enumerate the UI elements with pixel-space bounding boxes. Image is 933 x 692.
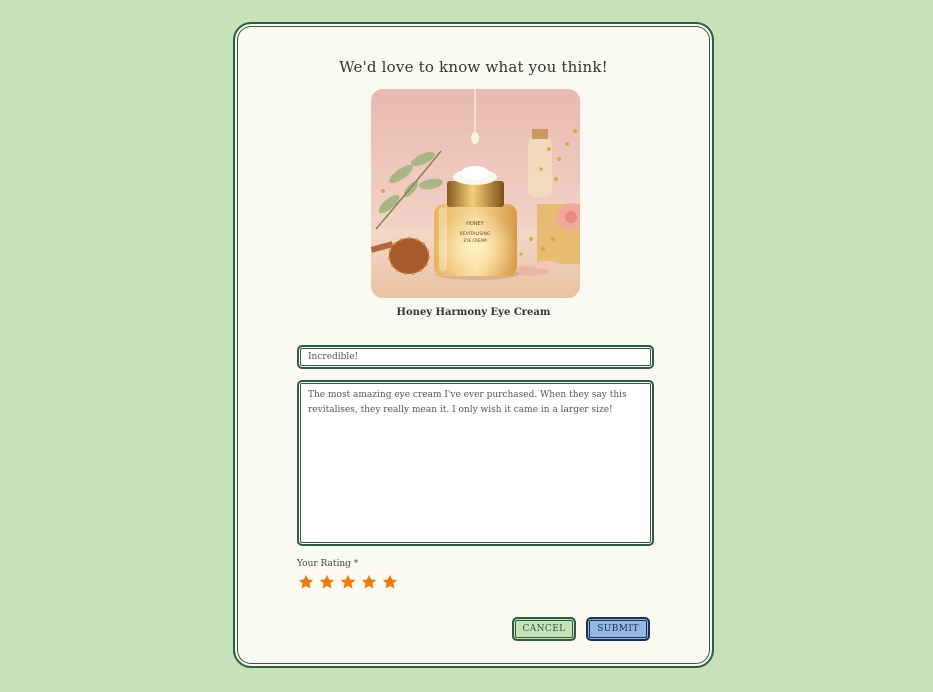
jar-label-line3: EYE CREAM bbox=[463, 238, 487, 243]
review-title-input[interactable]: Incredible! bbox=[297, 345, 654, 369]
jar-label-line1: HONEY bbox=[466, 221, 485, 227]
submit-button[interactable]: SUBMIT bbox=[586, 617, 650, 641]
cancel-button[interactable]: CANCEL bbox=[512, 617, 576, 641]
star-icon[interactable] bbox=[318, 573, 336, 591]
review-form-card: We'd love to know what you think! HONEY … bbox=[233, 22, 714, 668]
rating-label: Your Rating * bbox=[297, 559, 359, 569]
product-image: HONEY REVITALISING EYE CREAM bbox=[371, 89, 580, 298]
star-rating[interactable] bbox=[297, 573, 399, 591]
star-icon[interactable] bbox=[381, 573, 399, 591]
product-name: Honey Harmony Eye Cream bbox=[396, 307, 551, 318]
jar-label-line2: REVITALISING bbox=[460, 231, 491, 237]
star-icon[interactable] bbox=[360, 573, 378, 591]
review-text-area[interactable]: The most amazing eye cream I've ever pur… bbox=[297, 380, 654, 546]
star-icon[interactable] bbox=[339, 573, 357, 591]
star-icon[interactable] bbox=[297, 573, 315, 591]
form-heading: We'd love to know what you think! bbox=[339, 58, 608, 76]
